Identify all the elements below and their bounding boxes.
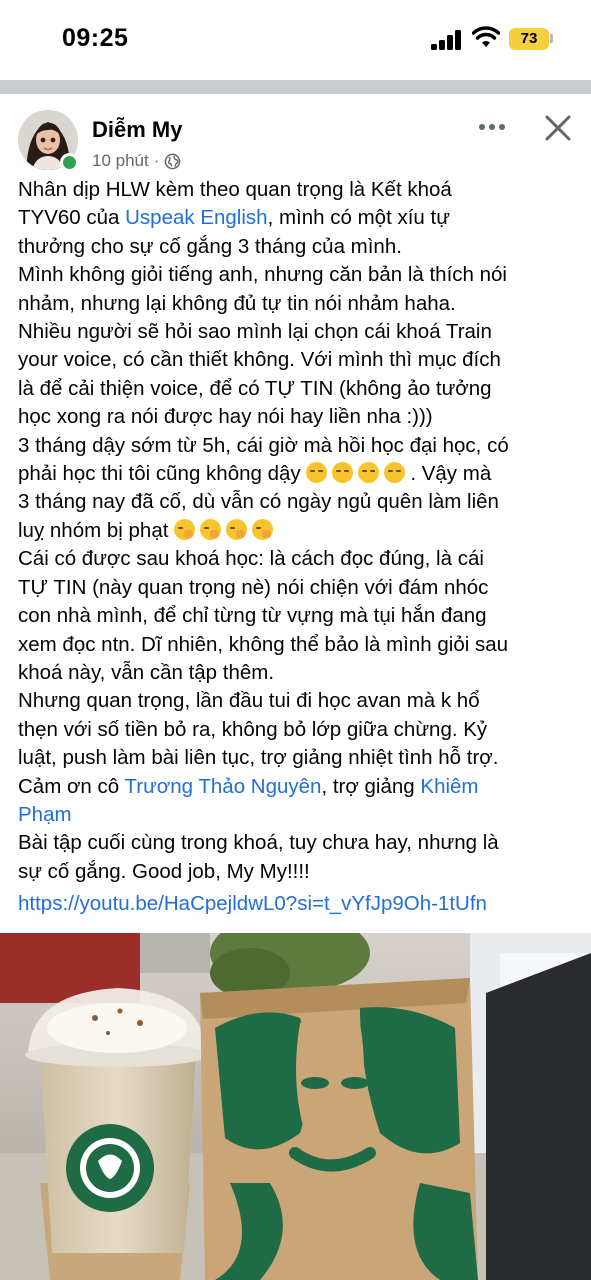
globe-icon: [165, 153, 181, 169]
post-line: 3 tháng nay đã cố, dù vẫn có ngày ngủ qu…: [18, 490, 499, 514]
unamused-face-icon: [332, 462, 354, 484]
post-photo[interactable]: [0, 933, 591, 1280]
mention-khiem-pham[interactable]: Khiêm: [420, 775, 478, 798]
wifi-icon: [472, 26, 500, 47]
youtube-link[interactable]: https://youtu.be/HaCpejldwL0?si=t_vYfJp9…: [18, 892, 487, 916]
meta-separator: ·: [153, 151, 160, 170]
hand-over-mouth-icon: [226, 518, 248, 540]
post-line: Bài tập cuối cùng trong khoá, tuy chưa h…: [18, 831, 499, 855]
post-line: Cảm ơn cô Trương Thảo Nguyên, trợ giảng …: [18, 774, 479, 798]
mention-truong-thao-nguyen[interactable]: Trương Thảo Nguyên: [125, 775, 322, 798]
hand-over-mouth-icon: [174, 518, 196, 540]
post-line: phải học thi tôi cũng không dậy . Vậy mà: [18, 462, 492, 486]
battery-tip: [550, 34, 553, 43]
post-line: TỰ TIN (này quan trọng nè) nói chiện với…: [18, 575, 489, 599]
post-line: là để cải thiện voice, để có TỰ TIN (khô…: [18, 376, 492, 400]
status-bar: 09:25 73: [0, 0, 591, 80]
unamused-face-icon: [306, 462, 328, 484]
post-line: Mình không giỏi tiếng anh, nhưng căn bản…: [18, 263, 507, 287]
post-line: 3 tháng dậy sớm từ 5h, cái giờ mà hồi họ…: [18, 433, 509, 457]
post-line: thưởng cho sự cố gắng 3 tháng của mình.: [18, 234, 402, 258]
post-line: thẹn với số tiền bỏ ra, không bỏ lớp giữ…: [18, 717, 488, 741]
post-line: khoá này, vẫn cần tập thêm.: [18, 660, 275, 684]
post-line: nhảm, nhưng lại không đủ tự tin nói nhảm…: [18, 291, 456, 315]
status-time: 09:25: [62, 24, 129, 52]
post-text: Nhân dịp HLW kèm theo quan trọng là Kết …: [18, 176, 580, 886]
post-author[interactable]: Diễm My: [92, 117, 182, 143]
mention-khiem-pham-cont[interactable]: Phạm: [18, 803, 72, 826]
signal-icon: [431, 30, 463, 50]
battery-icon: 73: [509, 28, 549, 50]
post-line: học xong ra nói được hay nói hay liền nh…: [18, 405, 433, 429]
unamused-face-icon: [358, 462, 380, 484]
post-line: Nhân dịp HLW kèm theo quan trọng là Kết …: [18, 178, 452, 201]
post-line: xem đọc ntn. Dĩ nhiên, không thể bảo là …: [18, 632, 509, 656]
post-line: luỵ nhóm bị phạt: [18, 517, 580, 545]
post-line: Cái có được sau khoá học: là cách đọc đú…: [18, 547, 484, 571]
post-meta: 10 phút ·: [92, 151, 181, 171]
mention-uspeak-english[interactable]: Uspeak English: [125, 206, 267, 229]
hand-over-mouth-icon: [252, 518, 274, 540]
post-line: Nhiều người sẽ hỏi sao mình lại chọn cái…: [18, 320, 492, 344]
post-line: your voice, có cần thiết không. Với mình…: [18, 348, 501, 372]
online-status-dot: [60, 153, 79, 172]
more-options-button[interactable]: [472, 112, 512, 142]
hand-over-mouth-icon: [200, 518, 222, 540]
post-line: con nhà mình, để chỉ từng từ vựng mà tụi…: [18, 604, 487, 628]
post-line: Nhưng quan trọng, lần đầu tui đi học ava…: [18, 689, 480, 713]
post-time[interactable]: 10 phút: [92, 151, 149, 171]
close-icon[interactable]: [538, 108, 578, 148]
post-line: Phạm: [18, 801, 580, 829]
post-line: TYV60 của Uspeak English, mình có một xí…: [18, 206, 450, 230]
post-line: luật, push làm bài liên tục, trợ giảng n…: [18, 746, 499, 770]
post-line: sự cố gắng. Good job, My My!!!!: [18, 859, 310, 883]
unamused-face-icon: [384, 462, 406, 484]
divider-bar: [0, 80, 591, 94]
